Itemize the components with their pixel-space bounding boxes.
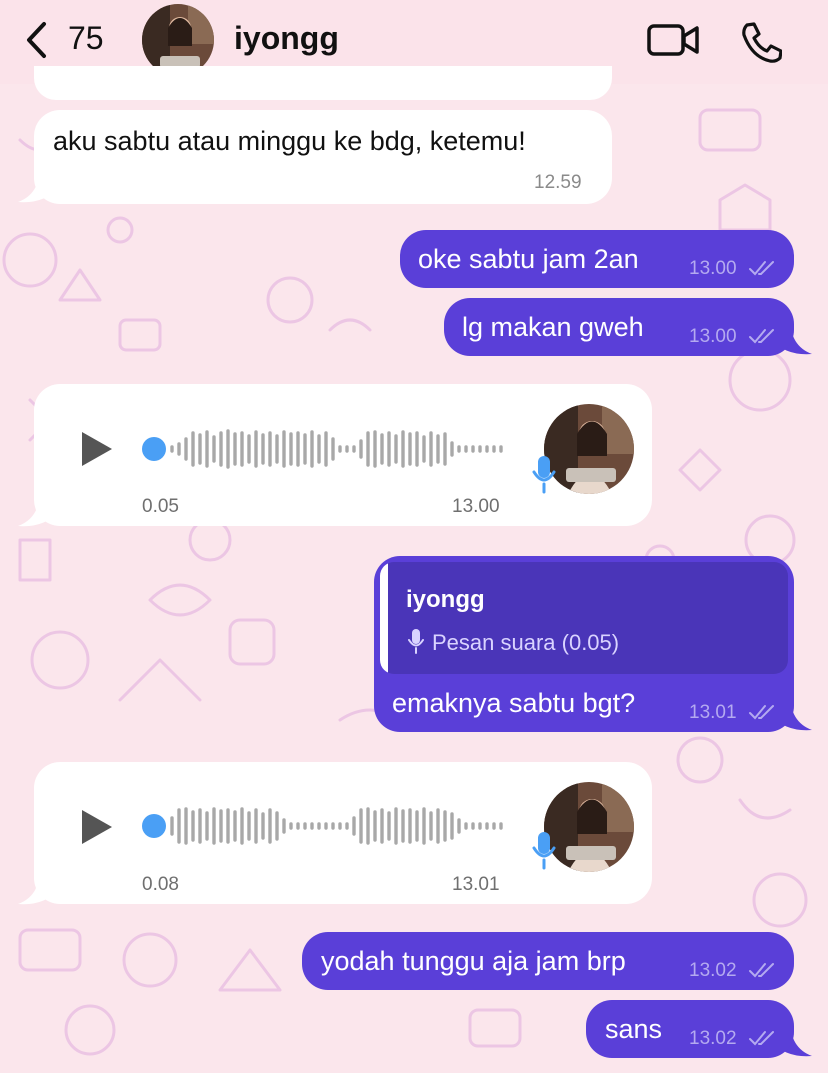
play-icon[interactable]: [80, 808, 114, 846]
message-text: lg makan gweh: [462, 312, 644, 342]
message-time: 13.01: [689, 702, 737, 723]
message-time: 13.02: [689, 1028, 737, 1049]
message-bubble-outgoing[interactable]: lg makan gweh 13.00: [444, 298, 794, 356]
voice-waveform[interactable]: [166, 804, 506, 848]
message-time: 13.00: [689, 326, 737, 347]
message-text: sans: [605, 1014, 663, 1044]
voice-duration: 0.05: [142, 496, 179, 517]
unread-count[interactable]: 75: [68, 20, 104, 57]
microphone-icon: [408, 629, 424, 654]
previous-message-edge: [34, 66, 612, 100]
microphone-icon: [532, 456, 556, 494]
read-receipt-icon: [749, 329, 774, 344]
message-time: 12.59: [534, 172, 582, 193]
reply-quote-sender: iyongg: [406, 586, 485, 613]
read-receipt-icon: [749, 261, 774, 276]
read-receipt-icon: [749, 705, 774, 720]
message-text: aku sabtu atau minggu ke bdg, ketemu!: [53, 126, 526, 156]
read-receipt-icon: [749, 963, 774, 978]
reply-quote[interactable]: iyongg Pesan suara (0.05): [380, 562, 788, 674]
voice-message-bubble[interactable]: 0.05 13.00: [34, 384, 652, 526]
voice-waveform[interactable]: [166, 427, 506, 471]
message-time: 13.01: [452, 874, 500, 895]
message-time: 13.00: [452, 496, 500, 517]
message-bubble-outgoing[interactable]: sans 13.02: [586, 1000, 794, 1058]
video-camera-icon[interactable]: [646, 22, 700, 58]
microphone-icon: [532, 832, 556, 870]
read-receipt-icon: [749, 1031, 774, 1046]
contact-name[interactable]: iyongg: [234, 20, 339, 57]
message-bubble-outgoing[interactable]: iyongg Pesan suara (0.05) emaknya sabtu …: [374, 556, 794, 732]
message-bubble-incoming[interactable]: aku sabtu atau minggu ke bdg, ketemu! 12…: [34, 110, 612, 204]
sender-avatar: [544, 782, 634, 872]
voice-progress-dot[interactable]: [142, 437, 166, 461]
message-text: yodah tunggu aja jam brp: [321, 946, 626, 976]
phone-icon[interactable]: [738, 20, 782, 64]
message-text: emaknya sabtu bgt?: [392, 688, 636, 718]
message-time: 13.02: [689, 960, 737, 981]
message-text: oke sabtu jam 2an: [418, 244, 639, 274]
voice-progress-dot[interactable]: [142, 814, 166, 838]
voice-duration: 0.08: [142, 874, 179, 895]
back-chevron-icon[interactable]: [22, 20, 52, 60]
sender-avatar: [544, 404, 634, 494]
message-time: 13.00: [689, 258, 737, 279]
message-bubble-outgoing[interactable]: oke sabtu jam 2an 13.00: [400, 230, 794, 288]
reply-quote-text: Pesan suara (0.05): [432, 630, 620, 655]
message-bubble-outgoing[interactable]: yodah tunggu aja jam brp 13.02: [302, 932, 794, 990]
reply-quote-bar: [380, 562, 388, 674]
voice-message-bubble[interactable]: 0.08 13.01: [34, 762, 652, 904]
play-icon[interactable]: [80, 430, 114, 468]
